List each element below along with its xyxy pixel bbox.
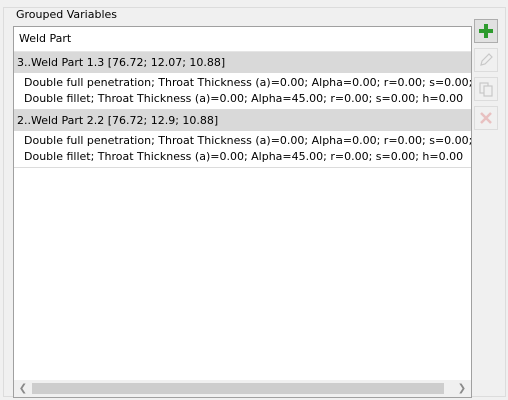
list-item[interactable]: Double full penetration; Throat Thicknes… bbox=[14, 73, 471, 110]
delete-button[interactable] bbox=[474, 106, 498, 130]
add-button[interactable] bbox=[474, 19, 498, 43]
groupbox-title: Grouped Variables bbox=[13, 8, 121, 22]
list-header[interactable]: Weld Part bbox=[14, 27, 471, 52]
grouped-variables-groupbox: Grouped Variables Weld Part 3..Weld Part… bbox=[3, 7, 506, 398]
scrollbar-thumb[interactable] bbox=[32, 383, 444, 394]
horizontal-scrollbar[interactable]: ❮ ❯ bbox=[14, 380, 471, 397]
edit-button[interactable] bbox=[474, 48, 498, 72]
scroll-left-icon[interactable]: ❮ bbox=[15, 380, 31, 397]
scroll-right-icon[interactable]: ❯ bbox=[454, 380, 470, 397]
list-item-line: Double fillet; Throat Thickness (a)=0.00… bbox=[24, 92, 464, 105]
group-row[interactable]: 2..Weld Part 2.2 [76.72; 12.9; 10.88] bbox=[14, 110, 471, 131]
list-item-line: Double fillet; Throat Thickness (a)=0.00… bbox=[24, 150, 464, 163]
list-item[interactable]: Double full penetration; Throat Thicknes… bbox=[14, 131, 471, 168]
edit-icon bbox=[480, 53, 493, 66]
delete-icon bbox=[480, 112, 492, 124]
list-item-line: Double full penetration; Throat Thicknes… bbox=[24, 134, 471, 147]
list-item-line: Double full penetration; Throat Thicknes… bbox=[24, 76, 471, 89]
group-row[interactable]: 3..Weld Part 1.3 [76.72; 12.07; 10.88] bbox=[14, 52, 471, 73]
weld-part-list[interactable]: Weld Part 3..Weld Part 1.3 [76.72; 12.07… bbox=[13, 26, 472, 398]
add-icon bbox=[479, 24, 493, 38]
copy-button[interactable] bbox=[474, 77, 498, 101]
copy-icon bbox=[479, 82, 493, 97]
